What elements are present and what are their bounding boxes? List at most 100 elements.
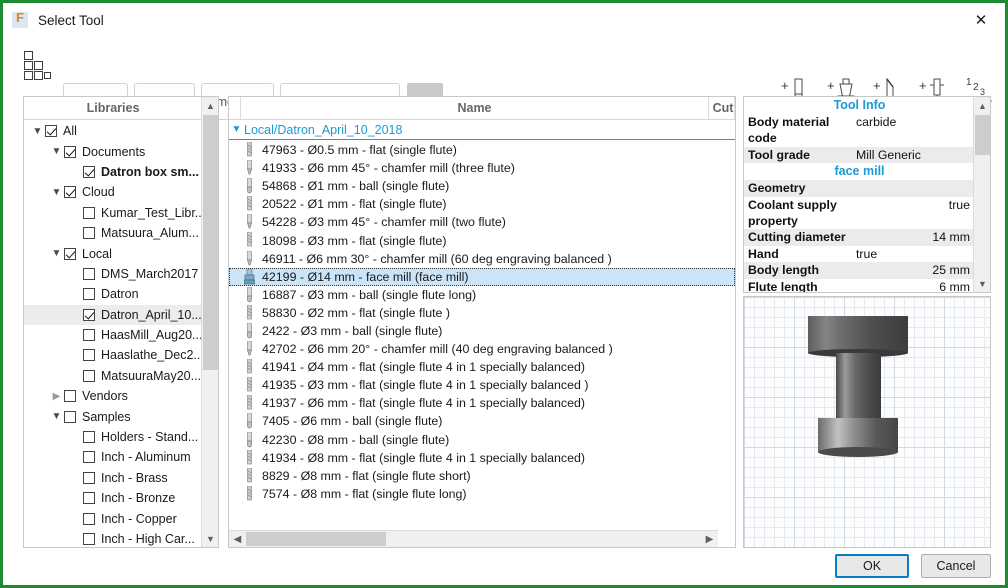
- column-header-name[interactable]: Name: [241, 97, 709, 119]
- scrollbar-thumb[interactable]: [203, 115, 218, 370]
- library-checkbox[interactable]: [83, 369, 95, 382]
- scroll-up-icon[interactable]: ▲: [974, 97, 990, 114]
- library-checkbox[interactable]: [83, 288, 95, 301]
- tool-list-row[interactable]: 20522 - Ø1 mm - flat (single flute): [229, 195, 735, 213]
- toolbar: Operation Type Dimensions ✕ + +: [3, 37, 1005, 120]
- filter-grid-icon: [22, 51, 52, 80]
- tool-list-rows[interactable]: 47963 - Ø0.5 mm - flat (single flute) 419…: [229, 141, 735, 530]
- library-checkbox[interactable]: [83, 451, 95, 464]
- library-checkbox[interactable]: [83, 349, 95, 362]
- library-tree-item[interactable]: ▼ Local: [24, 243, 202, 263]
- tool-list-row[interactable]: 41937 - Ø6 mm - flat (single flute 4 in …: [229, 394, 735, 412]
- tool-list-row[interactable]: 42199 - Ø14 mm - face mill (face mill): [229, 267, 735, 286]
- scroll-down-icon[interactable]: ▼: [974, 275, 990, 292]
- library-checkbox[interactable]: [83, 492, 95, 505]
- ok-button[interactable]: OK: [835, 554, 909, 578]
- tool-info-key: Tool grade: [748, 147, 810, 162]
- tool-library-group-row[interactable]: ▼ Local/Datron_April_10_2018: [229, 120, 735, 140]
- tool-list-hscrollbar[interactable]: ◀ ▶: [229, 530, 718, 547]
- tool-list-row[interactable]: 8829 - Ø8 mm - flat (single flute short): [229, 467, 735, 485]
- library-checkbox[interactable]: [83, 267, 95, 280]
- library-tree-item[interactable]: ▼Inch - Brass: [24, 468, 202, 488]
- tool-list-row[interactable]: 7405 - Ø6 mm - ball (single flute): [229, 412, 735, 430]
- tool-info-value: true: [948, 197, 970, 212]
- chevron-down-icon[interactable]: ▼: [49, 146, 64, 157]
- chevron-down-icon[interactable]: ▼: [30, 126, 45, 137]
- library-tree-item[interactable]: ▼Datron box sm...: [24, 162, 202, 182]
- library-tree-item[interactable]: ▼DMS_March2017: [24, 264, 202, 284]
- scroll-down-icon[interactable]: ▼: [202, 530, 218, 547]
- library-checkbox[interactable]: [83, 206, 95, 219]
- ball-endmill-icon: [244, 322, 255, 339]
- tool-list-row[interactable]: 54868 - Ø1 mm - ball (single flute): [229, 177, 735, 195]
- library-tree-item[interactable]: ▼Inch - Bronze: [24, 488, 202, 508]
- scroll-left-icon[interactable]: ◀: [229, 531, 246, 547]
- library-tree-item[interactable]: ▼Inch - Copper: [24, 508, 202, 528]
- cancel-button[interactable]: Cancel: [921, 554, 991, 578]
- library-tree-item[interactable]: ▼Inch - Aluminum: [24, 447, 202, 467]
- tool-list-row[interactable]: 41935 - Ø3 mm - flat (single flute 4 in …: [229, 376, 735, 394]
- library-checkbox[interactable]: [83, 227, 95, 240]
- tool-info-row: Geometry: [744, 180, 975, 197]
- library-checkbox[interactable]: [45, 125, 57, 138]
- library-tree-item[interactable]: ▼ Documents: [24, 141, 202, 161]
- tool-info-scrollbar[interactable]: ▲ ▼: [973, 97, 990, 292]
- library-checkbox[interactable]: [64, 186, 76, 199]
- tool-list-row[interactable]: 41934 - Ø8 mm - flat (single flute 4 in …: [229, 449, 735, 467]
- library-checkbox[interactable]: [83, 471, 95, 484]
- library-tree-item[interactable]: ▼ Cloud: [24, 182, 202, 202]
- tool-list-row[interactable]: 41941 - Ø4 mm - flat (single flute 4 in …: [229, 358, 735, 376]
- tool-list-row[interactable]: 46911 - Ø6 mm 30° - chamfer mill (60 deg…: [229, 250, 735, 268]
- library-checkbox[interactable]: [83, 308, 95, 321]
- column-header-cut[interactable]: Cut: [709, 97, 735, 119]
- hscrollbar-thumb[interactable]: [246, 532, 386, 546]
- library-checkbox[interactable]: [83, 512, 95, 525]
- chevron-right-icon[interactable]: ▶: [49, 391, 64, 402]
- library-tree-item[interactable]: ▼HaasMill_Aug20...: [24, 325, 202, 345]
- close-icon[interactable]: ✕: [961, 5, 1001, 35]
- library-tree-item[interactable]: ▼ All: [24, 121, 202, 141]
- library-checkbox[interactable]: [83, 165, 95, 178]
- library-checkbox[interactable]: [83, 329, 95, 342]
- library-checkbox[interactable]: [64, 410, 76, 423]
- tool-list-row[interactable]: 54228 - Ø3 mm 45° - chamfer mill (two fl…: [229, 213, 735, 231]
- scroll-up-icon[interactable]: ▲: [202, 97, 218, 114]
- tool-info-key: Hand: [748, 246, 779, 261]
- chevron-down-icon[interactable]: ▼: [49, 411, 64, 422]
- library-tree-item[interactable]: ▼Matsuura_Alum...: [24, 223, 202, 243]
- tool-list-row[interactable]: 58830 - Ø2 mm - flat (single flute ): [229, 304, 735, 322]
- library-checkbox[interactable]: [64, 247, 76, 260]
- library-tree-item[interactable]: ▼Haaslathe_Dec2...: [24, 345, 202, 365]
- library-tree-item[interactable]: ▼ Samples: [24, 406, 202, 426]
- tool-row-label: 58830 - Ø2 mm - flat (single flute ): [262, 305, 450, 320]
- libraries-panel: Libraries ▼All▼Documents▼Datron box sm..…: [23, 96, 219, 548]
- libraries-tree[interactable]: ▼All▼Documents▼Datron box sm...▼Cloud▼Ku…: [24, 121, 202, 547]
- library-checkbox[interactable]: [64, 390, 76, 403]
- library-checkbox[interactable]: [83, 431, 95, 444]
- library-tree-item[interactable]: ▼MatsuuraMay20...: [24, 366, 202, 386]
- chevron-down-icon[interactable]: ▼: [49, 248, 64, 259]
- scrollbar-thumb[interactable]: [975, 115, 990, 155]
- scroll-right-icon[interactable]: ▶: [701, 531, 718, 547]
- flat-endmill-icon: [244, 304, 255, 321]
- library-tree-item[interactable]: ▼Holders - Stand...: [24, 427, 202, 447]
- flat-endmill-icon: [244, 141, 255, 158]
- tool-list-row[interactable]: 16887 - Ø3 mm - ball (single flute long): [229, 286, 735, 304]
- tool-list-row[interactable]: 18098 - Ø3 mm - flat (single flute): [229, 231, 735, 249]
- tool-list-row[interactable]: 47963 - Ø0.5 mm - flat (single flute): [229, 141, 735, 159]
- library-tree-item[interactable]: ▼Datron_April_10...: [24, 304, 202, 325]
- tool-list-row[interactable]: 42702 - Ø6 mm 20° - chamfer mill (40 deg…: [229, 340, 735, 358]
- tool-list-row[interactable]: 2422 - Ø3 mm - ball (single flute): [229, 322, 735, 340]
- library-checkbox[interactable]: [83, 533, 95, 545]
- library-tree-item[interactable]: ▼Kumar_Test_Libr...: [24, 203, 202, 223]
- chevron-down-icon[interactable]: ▼: [49, 187, 64, 198]
- library-tree-item[interactable]: ▼Datron: [24, 284, 202, 304]
- tool-list-row[interactable]: 7574 - Ø8 mm - flat (single flute long): [229, 485, 735, 503]
- fusion-logo-icon: [12, 10, 28, 28]
- library-tree-item[interactable]: ▼Inch - High Car...: [24, 529, 202, 547]
- libraries-scrollbar[interactable]: ▲ ▼: [201, 97, 218, 547]
- tool-list-row[interactable]: 41933 - Ø6 mm 45° - chamfer mill (three …: [229, 159, 735, 177]
- tool-list-row[interactable]: 42230 - Ø8 mm - ball (single flute): [229, 431, 735, 449]
- library-tree-item[interactable]: ▶ Vendors: [24, 386, 202, 406]
- library-checkbox[interactable]: [64, 145, 76, 158]
